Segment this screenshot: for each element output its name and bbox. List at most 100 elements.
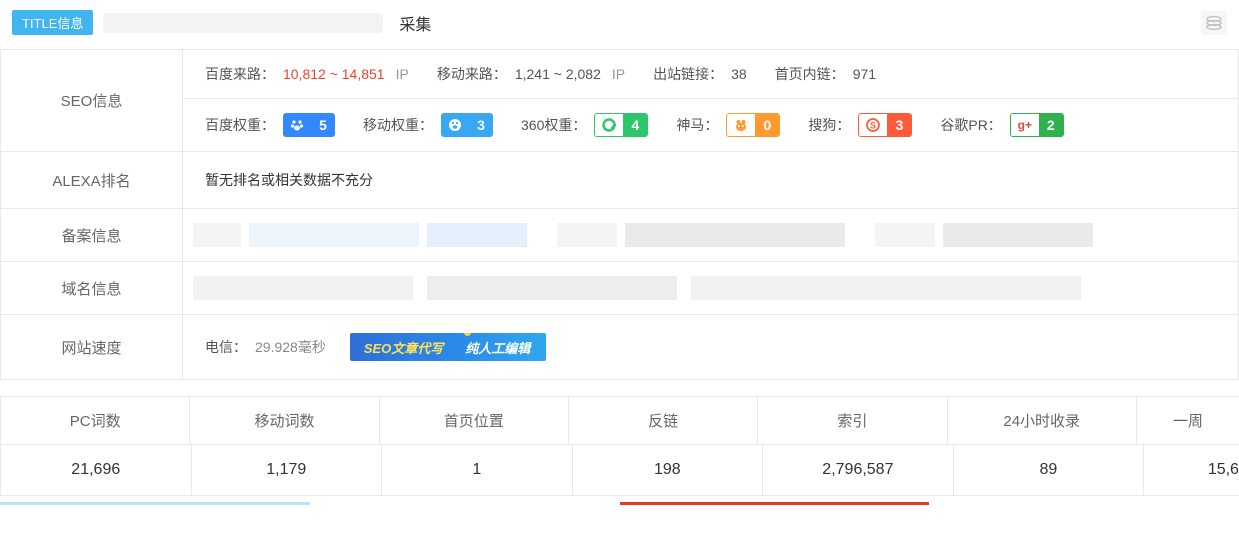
domain-content [183,262,1238,314]
mobile-weight-badge[interactable]: 3 [441,113,493,137]
redacted [427,223,527,247]
google-pr: 谷歌PR： g+ 2 [940,113,1063,137]
mobile-traffic-value: 1,241 ~ 2,082 [515,66,601,82]
bottom-stripes [0,502,1239,505]
stats-v-homepage: 1 [382,445,573,496]
speed-value: 29.928毫秒 [255,337,326,357]
google-plus-icon: g+ [1011,113,1039,137]
baidu-traffic-label: 百度来路： [205,64,275,84]
seo-label: SEO信息 [1,50,183,151]
google-pr-label: 谷歌PR： [940,115,1001,135]
google-pr-badge[interactable]: g+ 2 [1010,113,1064,137]
baidu-weight-num: 5 [311,113,335,137]
w360-weight: 360权重： 4 [521,113,648,137]
shenma-label: 神马： [676,115,718,135]
layers-svg [1205,15,1223,31]
speed-content: 电信： 29.928毫秒 SEO文章代写 纯人工编辑 [183,315,1238,379]
w360-icon [595,113,623,137]
w360-num: 4 [623,113,647,137]
stats-table: PC词数 移动词数 首页位置 反链 索引 24小时收录 一周 21,696 1,… [0,396,1239,496]
shenma-num: 0 [755,113,779,137]
stripe [620,502,930,505]
stats-h-index[interactable]: 索引 [758,397,947,445]
mobile-weight: 移动权重： 3 [363,113,493,137]
domain-label: 域名信息 [1,262,183,314]
mobile-paw-icon [441,113,469,137]
redacted [193,223,241,247]
alexa-content: 暂无排名或相关数据不充分 [183,152,1238,208]
outbound-value: 38 [731,66,747,82]
seo-weight-row: 百度权重： 5 移动权重： 3 [183,99,1238,151]
redacted [691,276,1081,300]
mobile-weight-label: 移动权重： [363,115,433,135]
promo-right: 纯人工编辑 [455,333,546,361]
stats-h-24h[interactable]: 24小时收录 [948,397,1137,445]
w360-label: 360权重： [521,115,586,135]
mobile-traffic: 移动来路： 1,241 ~ 2,082 IP [437,64,625,84]
ip-unit: IP [612,66,625,82]
google-pr-num: 2 [1039,113,1063,137]
stats-value-row: 21,696 1,179 1 198 2,796,587 89 15,6 [1,445,1239,496]
sogou-badge[interactable]: S 3 [858,113,912,137]
title-badge: TITLE信息 [12,10,93,35]
sogou-num: 3 [887,113,911,137]
sogou-icon: S [859,113,887,137]
speed-row: 网站速度 电信： 29.928毫秒 SEO文章代写 纯人工编辑 [1,315,1238,380]
info-table: SEO信息 百度来路： 10,812 ~ 14,851 IP 移动来路： 1,2… [0,49,1239,380]
alexa-value: 暂无排名或相关数据不充分 [205,170,373,190]
stats-h-week[interactable]: 一周 [1137,397,1239,445]
stats-h-mobile[interactable]: 移动词数 [190,397,379,445]
redacted-title-text [103,13,383,33]
alexa-row: ALEXA排名 暂无排名或相关数据不充分 [1,152,1238,209]
stats-h-backlinks[interactable]: 反链 [569,397,758,445]
baidu-paw-icon [283,113,311,137]
speed-label: 网站速度 [1,315,183,379]
shenma-badge[interactable]: 0 [726,113,780,137]
title-bar: TITLE信息 采集 [0,0,1239,49]
baidu-traffic: 百度来路： 10,812 ~ 14,851 IP [205,64,409,84]
stats-v-index: 2,796,587 [763,445,954,496]
seo-traffic-row: 百度来路： 10,812 ~ 14,851 IP 移动来路： 1,241 ~ 2… [183,50,1238,99]
inbound-links: 首页内链： 971 [775,64,876,84]
icp-content [183,209,1238,261]
promo-left: SEO文章代写 [350,333,455,361]
redacted [875,223,935,247]
redacted [943,223,1093,247]
redacted [193,276,413,300]
mobile-weight-num: 3 [469,113,493,137]
icp-row: 备案信息 [1,209,1238,262]
speed-metric: 电信： 29.928毫秒 [205,337,326,357]
baidu-weight-badge[interactable]: 5 [283,113,335,137]
speed-provider: 电信： [205,337,247,357]
baidu-weight-label: 百度权重： [205,115,275,135]
stats-v-mobile: 1,179 [192,445,383,496]
svg-text:S: S [870,121,876,131]
mobile-traffic-label: 移动来路： [437,64,507,84]
stripe [0,502,310,505]
stats-h-homepage[interactable]: 首页位置 [380,397,569,445]
title-suffix: 采集 [399,11,431,35]
stats-v-week: 15,6 [1144,445,1239,496]
domain-row: 域名信息 [1,262,1238,315]
alexa-label: ALEXA排名 [1,152,183,208]
seo-content: 百度来路： 10,812 ~ 14,851 IP 移动来路： 1,241 ~ 2… [183,50,1238,151]
stats-v-24h: 89 [954,445,1145,496]
icp-label: 备案信息 [1,209,183,261]
ip-unit: IP [396,66,409,82]
stripe [929,502,1239,505]
redacted [427,276,677,300]
outbound-label: 出站链接： [653,64,723,84]
redacted [625,223,845,247]
layers-icon[interactable] [1201,11,1227,35]
redacted [249,223,419,247]
stats-header-row: PC词数 移动词数 首页位置 反链 索引 24小时收录 一周 [1,397,1239,445]
shenma-weight: 神马： 0 [676,113,780,137]
seo-row: SEO信息 百度来路： 10,812 ~ 14,851 IP 移动来路： 1,2… [1,50,1238,152]
stats-v-pc: 21,696 [1,445,192,496]
stats-v-backlinks: 198 [573,445,764,496]
sogou-label: 搜狗： [808,115,850,135]
w360-badge[interactable]: 4 [594,113,648,137]
baidu-weight: 百度权重： 5 [205,113,335,137]
stats-h-pc[interactable]: PC词数 [1,397,190,445]
promo-banner[interactable]: SEO文章代写 纯人工编辑 [350,333,546,361]
